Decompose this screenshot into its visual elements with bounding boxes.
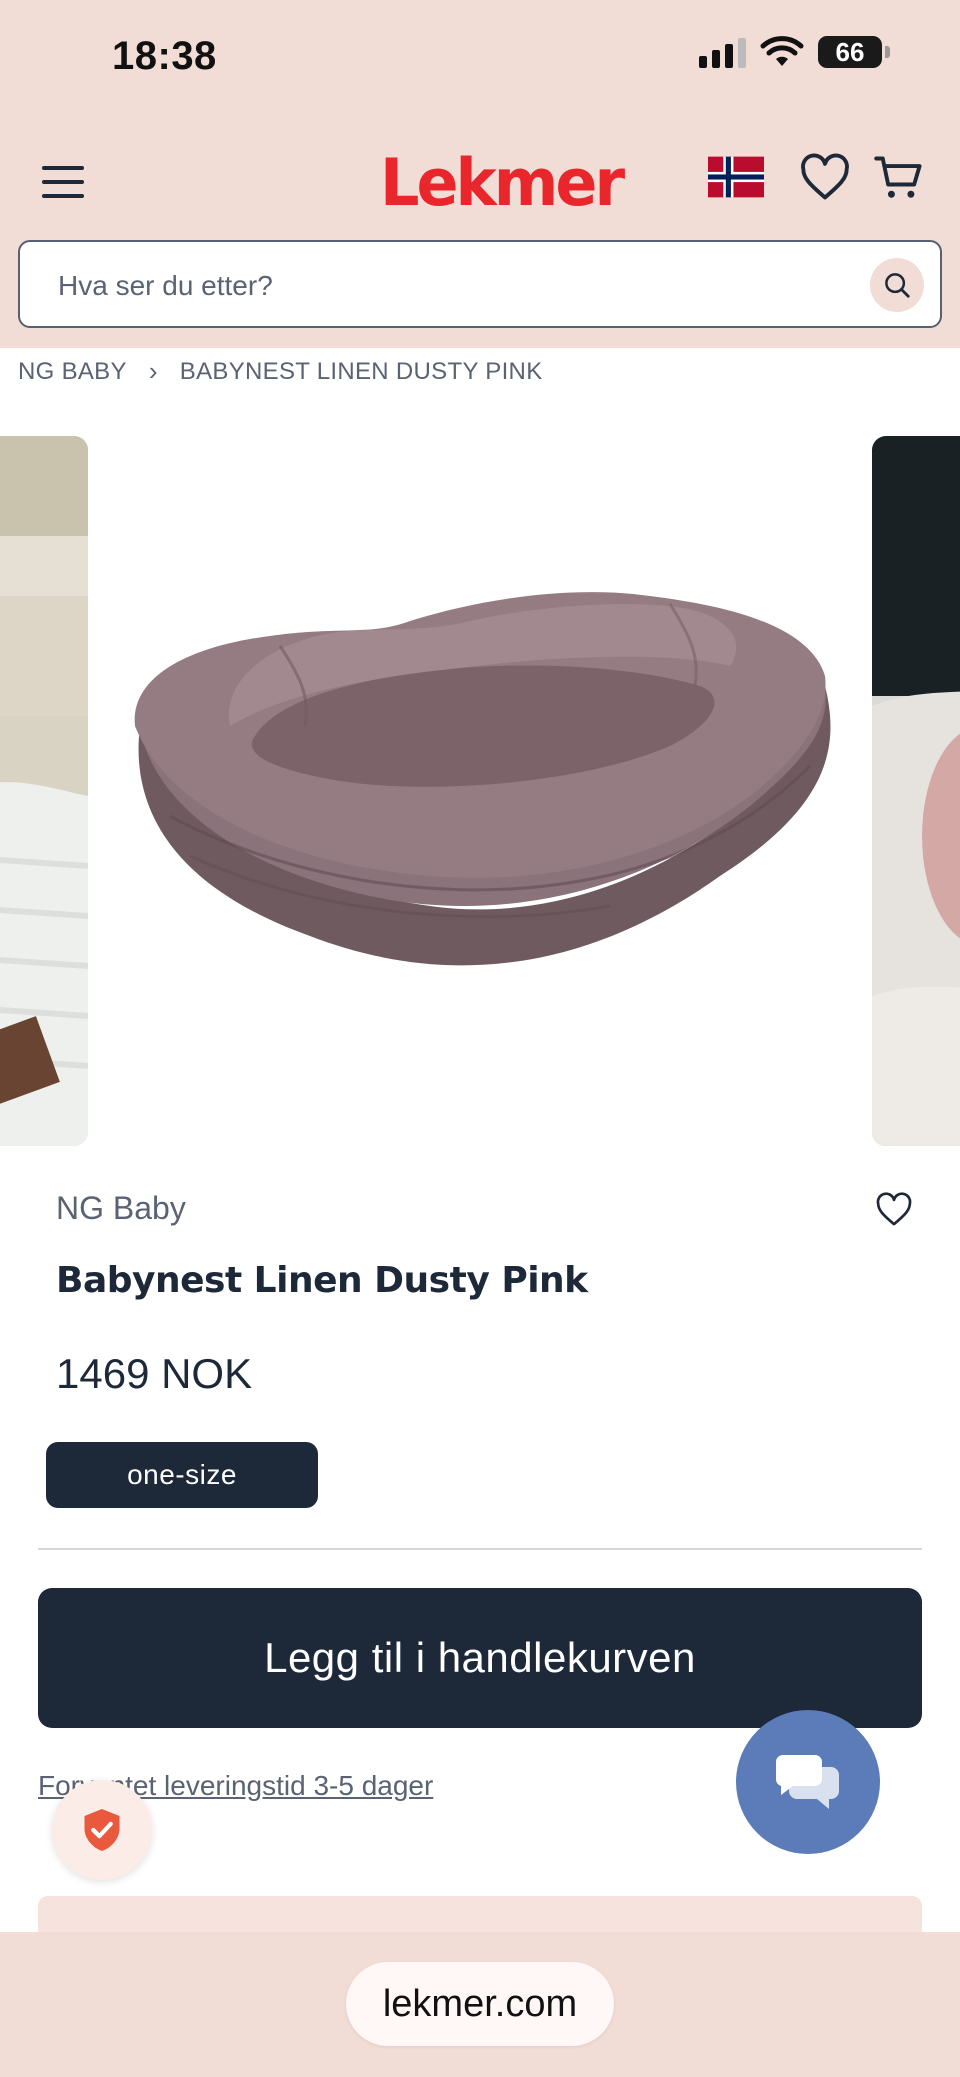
chat-button[interactable] [736, 1710, 880, 1854]
gallery-image-main[interactable] [110, 436, 850, 1146]
product-price: 1469 NOK [56, 1350, 253, 1397]
browser-address-bar: lekmer.com [0, 1932, 960, 2077]
heart-outline-icon[interactable] [874, 1190, 914, 1230]
breadcrumb-item-brand[interactable]: NG BABY [18, 358, 127, 386]
site-header: Lekmer Hva ser du etter? [0, 110, 960, 348]
shopping-cart-icon[interactable] [872, 152, 926, 204]
hamburger-menu-icon[interactable] [40, 162, 86, 202]
breadcrumb: NG BABY › BABYNEST LINEN DUSTY PINK [18, 356, 543, 387]
trust-badge-button[interactable] [52, 1780, 152, 1880]
status-time: 18:38 [112, 34, 217, 78]
url-field[interactable]: lekmer.com [346, 1962, 614, 2046]
chat-bubbles-icon [775, 1755, 839, 1809]
shield-check-icon [84, 1809, 120, 1851]
heart-icon[interactable] [798, 152, 852, 204]
battery-level: 66 [835, 36, 865, 67]
gallery-image-previous[interactable] [0, 436, 88, 1146]
status-bar: 18:38 66 [0, 0, 960, 110]
product-brand[interactable]: NG Baby [56, 1190, 186, 1227]
breadcrumb-item-product[interactable]: BABYNEST LINEN DUSTY PINK [180, 358, 543, 386]
gallery-image-next[interactable] [872, 436, 960, 1146]
lekmer-logo[interactable]: Lekmer [380, 144, 625, 221]
search-button[interactable] [870, 258, 924, 312]
battery-icon: 66 [818, 36, 882, 68]
status-icons: 66 [699, 36, 890, 68]
chevron-right-icon: › [148, 356, 158, 386]
search-placeholder: Hva ser du etter? [58, 270, 273, 301]
wifi-icon [760, 36, 804, 66]
cellular-signal-icon [699, 36, 746, 68]
search-icon [885, 273, 910, 298]
divider [38, 1548, 922, 1550]
search-input[interactable]: Hva ser du etter? [18, 240, 942, 328]
product-image-gallery[interactable] [0, 436, 960, 1146]
size-option-one-size[interactable]: one-size [46, 1442, 318, 1508]
add-to-cart-button[interactable]: Legg til i handlekurven [38, 1588, 922, 1728]
product-title: Babynest Linen Dusty Pink [56, 1260, 588, 1301]
norway-flag-icon[interactable] [708, 156, 764, 198]
